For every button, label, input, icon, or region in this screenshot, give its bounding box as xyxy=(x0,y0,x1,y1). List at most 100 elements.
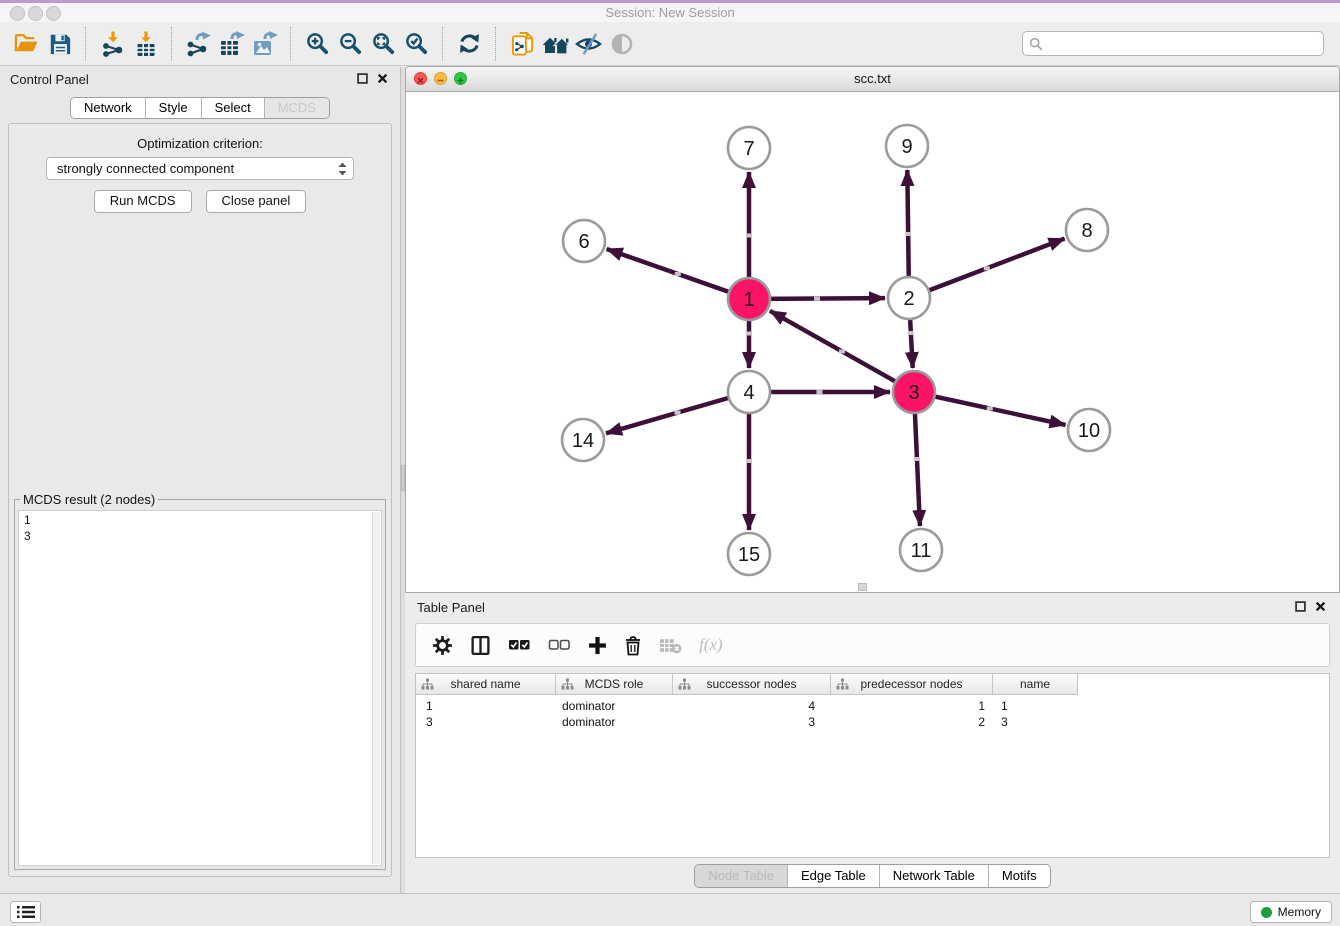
tab-edge-table[interactable]: Edge Table xyxy=(787,865,879,887)
mcds-panel: Optimization criterion: strongly connect… xyxy=(8,123,392,877)
tab-network[interactable]: Network xyxy=(71,98,145,118)
select-stepper-icon xyxy=(338,162,347,176)
table-row[interactable]: 1 dominator 4 1 1 xyxy=(416,698,1078,714)
cell-mcds-role[interactable]: dominator xyxy=(556,714,673,730)
zoom-in-button[interactable] xyxy=(301,26,334,62)
column-hierarchy-icon xyxy=(421,678,434,690)
save-icon xyxy=(48,32,72,56)
tab-node-table[interactable]: Node Table xyxy=(695,865,787,887)
tab-style[interactable]: Style xyxy=(145,98,201,118)
column-header-mcds-role[interactable]: MCDS role xyxy=(556,674,673,694)
clone-network-icon xyxy=(510,31,535,57)
network-window-title: scc.txt xyxy=(406,71,1339,86)
titlebar: Session: New Session xyxy=(0,3,1340,22)
node-table: shared name MCDS role successor nodes xyxy=(415,673,1330,858)
memory-button[interactable]: Memory xyxy=(1250,901,1332,923)
export-image-button[interactable] xyxy=(248,26,281,62)
plus-icon xyxy=(588,636,607,655)
add-row-button[interactable] xyxy=(588,636,607,655)
mcds-result-group: MCDS result (2 nodes) 1 3 xyxy=(14,492,386,870)
column-hierarchy-icon xyxy=(561,678,574,690)
network-canvas[interactable]: 7968124314101511 xyxy=(406,92,1339,592)
close-panel-icon[interactable] xyxy=(1315,601,1326,612)
cell-successor-nodes[interactable]: 4 xyxy=(673,698,831,714)
import-network-icon xyxy=(100,31,126,57)
network-window-titlebar[interactable]: scc.txt xyxy=(406,67,1339,92)
clear-selection-button[interactable] xyxy=(548,638,571,652)
table-row[interactable]: 3 dominator 3 2 3 xyxy=(416,714,1078,730)
show-panels-button-disabled[interactable] xyxy=(605,26,638,62)
export-network-button[interactable] xyxy=(182,26,215,62)
cell-mcds-role[interactable]: dominator xyxy=(556,698,673,714)
cell-successor-nodes[interactable]: 3 xyxy=(673,714,831,730)
save-session-button[interactable] xyxy=(43,26,76,62)
cell-name[interactable]: 3 xyxy=(993,714,1078,730)
export-table-button[interactable] xyxy=(215,26,248,62)
select-all-button[interactable] xyxy=(508,638,531,652)
cell-shared-name[interactable]: 1 xyxy=(416,698,556,714)
edge-handle xyxy=(987,406,993,410)
cell-predecessor-nodes[interactable]: 1 xyxy=(831,698,993,714)
result-scrollbar[interactable] xyxy=(372,512,380,864)
cell-shared-name[interactable]: 3 xyxy=(416,714,556,730)
column-header-name[interactable]: name xyxy=(993,674,1078,694)
float-panel-icon[interactable] xyxy=(357,73,368,84)
tab-mcds[interactable]: MCDS xyxy=(264,98,329,118)
mcds-result-text[interactable]: 1 3 xyxy=(18,510,382,866)
graph-node-label: 2 xyxy=(903,288,914,310)
zoom-in-icon xyxy=(305,31,330,56)
column-header-shared-name[interactable]: shared name xyxy=(416,674,556,694)
search-input[interactable] xyxy=(1047,35,1317,52)
graph-node-label: 11 xyxy=(911,540,932,562)
toolbar-separator xyxy=(85,27,87,61)
close-panel-icon[interactable] xyxy=(377,73,388,84)
memory-label: Memory xyxy=(1278,905,1321,919)
home-icon xyxy=(542,32,570,56)
float-panel-icon[interactable] xyxy=(1295,601,1306,612)
edge-handle xyxy=(746,459,752,463)
toolbar-separator xyxy=(495,27,497,61)
clone-network-button[interactable] xyxy=(506,26,539,62)
table-settings-button[interactable] xyxy=(432,635,453,656)
control-panel: Control Panel Network Style Select MCDS … xyxy=(0,67,401,893)
status-bar: Memory xyxy=(0,893,1340,926)
tab-select[interactable]: Select xyxy=(201,98,264,118)
delete-table-button-disabled[interactable] xyxy=(659,637,682,654)
graph-node-label: 6 xyxy=(578,231,589,253)
edge-handle xyxy=(839,349,845,353)
canvas-resize-grip[interactable] xyxy=(858,583,867,591)
home-button[interactable] xyxy=(539,26,572,62)
search-field[interactable] xyxy=(1022,31,1324,56)
cell-name[interactable]: 1 xyxy=(993,698,1078,714)
network-graph[interactable]: 7968124314101511 xyxy=(406,92,1339,592)
import-table-button[interactable] xyxy=(129,26,162,62)
column-label: MCDS role xyxy=(585,677,644,691)
mcds-result-line: 1 xyxy=(24,512,381,528)
show-columns-button[interactable] xyxy=(470,635,491,656)
edge-handle xyxy=(746,234,752,238)
cell-predecessor-nodes[interactable]: 2 xyxy=(831,714,993,730)
optimization-criterion-select[interactable]: strongly connected component xyxy=(46,157,354,180)
task-list-button[interactable] xyxy=(10,901,41,923)
run-mcds-button[interactable]: Run MCDS xyxy=(94,190,192,213)
import-network-button[interactable] xyxy=(96,26,129,62)
column-hierarchy-icon xyxy=(836,678,849,690)
zoom-selected-button[interactable] xyxy=(400,26,433,62)
refresh-button[interactable] xyxy=(453,26,486,62)
edge-handle xyxy=(675,411,681,415)
hide-panels-button[interactable] xyxy=(572,26,605,62)
delete-row-button[interactable] xyxy=(624,635,642,656)
column-header-successor-nodes[interactable]: successor nodes xyxy=(673,674,831,694)
open-file-button[interactable] xyxy=(10,26,43,62)
optimization-criterion-label: Optimization criterion: xyxy=(9,136,391,151)
tab-motifs[interactable]: Motifs xyxy=(988,865,1050,887)
graph-node-label: 4 xyxy=(743,382,754,404)
column-header-predecessor-nodes[interactable]: predecessor nodes xyxy=(831,674,993,694)
edge-handle xyxy=(814,297,820,301)
function-builder-button-disabled[interactable]: f(x) xyxy=(699,635,723,655)
mcds-result-title: MCDS result (2 nodes) xyxy=(20,492,158,507)
zoom-out-button[interactable] xyxy=(334,26,367,62)
tab-network-table[interactable]: Network Table xyxy=(879,865,988,887)
zoom-fit-button[interactable] xyxy=(367,26,400,62)
close-panel-button[interactable]: Close panel xyxy=(206,190,307,213)
